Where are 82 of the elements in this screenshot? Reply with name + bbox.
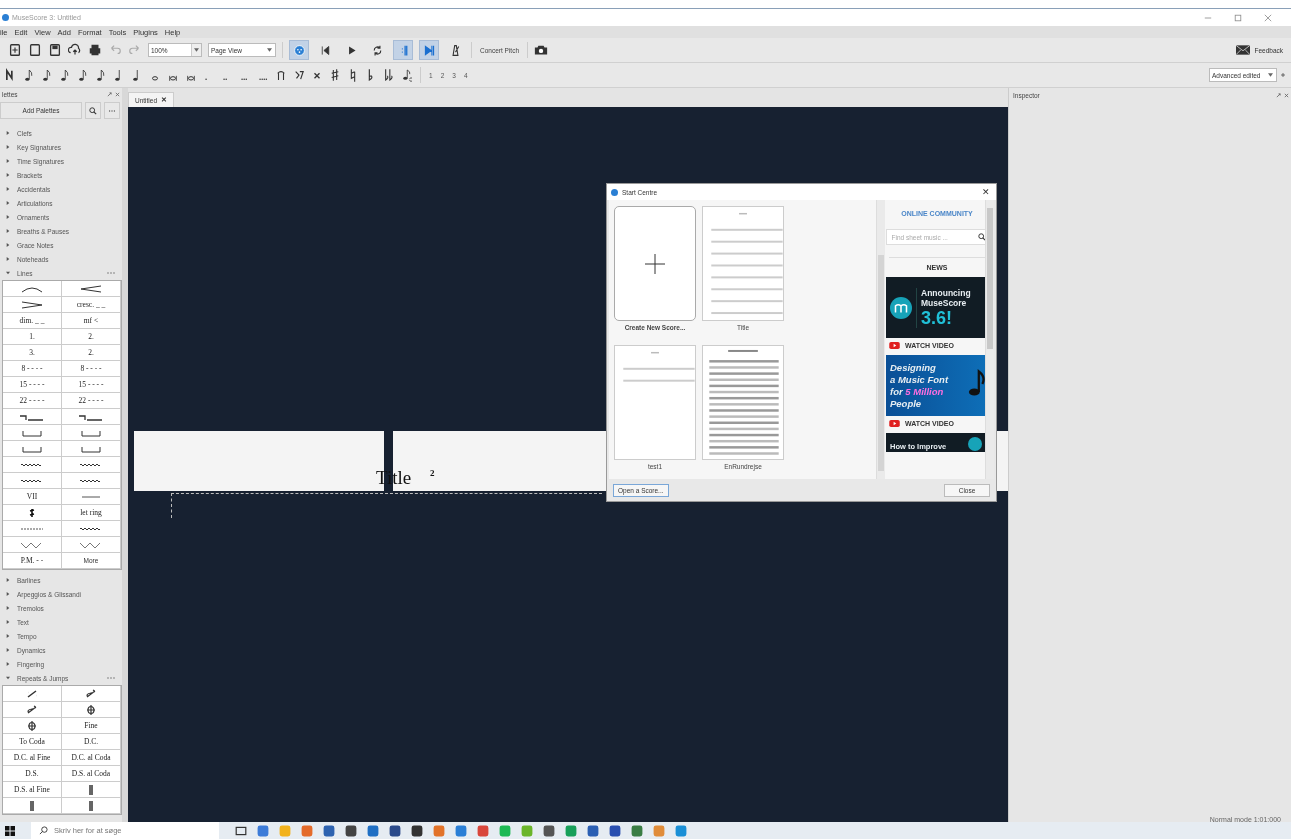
caret-icon[interactable] [267,48,272,52]
app-icon[interactable] [411,824,423,837]
windows-start-icon[interactable] [5,825,15,836]
expand-arrow-icon[interactable] [6,606,10,610]
task-view-icon[interactable] [235,824,247,837]
search-icon[interactable] [977,233,985,241]
caret-icon[interactable] [1268,73,1273,77]
search-icon[interactable] [89,106,97,115]
banner-text: Designing [890,361,937,374]
logo-icon [968,437,982,451]
expand-arrow-icon[interactable] [6,201,10,205]
new-file-icon[interactable] [8,43,22,57]
maximize-icon[interactable] [1234,13,1242,22]
sharp-icon[interactable] [330,68,340,82]
expand-arrow-icon[interactable] [6,173,10,177]
app-icon[interactable] [587,824,599,837]
expand-arrow-icon[interactable] [6,187,10,191]
video-icon [889,342,900,349]
note-icon[interactable] [96,68,106,82]
expand-arrow-icon[interactable] [6,257,10,261]
banner-text: 3.6! [921,307,954,328]
score-thumbnail[interactable] [614,206,696,321]
banner-text: MuseScore [921,297,967,308]
rest-icon[interactable] [294,68,304,82]
expand-arrow-icon[interactable] [6,648,10,652]
note-icon[interactable] [24,68,34,82]
plus-icon [645,253,665,274]
banner-text: a Music Font [890,373,949,386]
app-icon[interactable] [543,824,555,837]
close-icon[interactable] [1284,92,1289,98]
expand-arrow-icon[interactable] [6,229,10,233]
expand-arrow-icon[interactable] [6,145,10,149]
float-icon[interactable] [107,91,112,97]
app-icon[interactable] [389,824,401,837]
app-logo-icon [2,14,9,21]
note-icon[interactable] [78,68,88,82]
note-icon[interactable] [60,68,70,82]
close-button[interactable]: ✕ [976,187,996,197]
news-banner[interactable]: Announcing MuseScore 3.6! [886,277,985,338]
news-banner[interactable]: Designing a Music Font for 5 Million People [886,355,985,416]
printer-icon[interactable] [88,43,102,57]
expand-arrow-icon[interactable] [6,243,10,247]
add-icon[interactable] [1281,73,1285,77]
score-thumbnail[interactable] [702,345,784,460]
banner-text: People [890,397,923,410]
expand-arrow-icon[interactable] [6,271,10,275]
score-thumbnail[interactable] [614,345,696,460]
save-icon[interactable] [48,43,62,57]
logo-icon [890,296,912,319]
video-icon [889,420,900,427]
search-icon [39,826,48,835]
banner-text: for 5 Million [890,385,945,398]
envelope-icon[interactable] [1236,45,1251,55]
note-icon[interactable] [42,68,52,82]
expand-arrow-icon[interactable] [6,159,10,163]
music-note-icon [968,369,985,397]
expand-arrow-icon[interactable] [6,215,10,219]
expand-arrow-icon[interactable] [6,578,10,582]
expand-arrow-icon[interactable] [6,131,10,135]
expand-arrow-icon[interactable] [6,634,10,638]
app-logo-icon [611,188,618,196]
caret-icon[interactable] [194,48,199,52]
search-button[interactable] [85,102,101,119]
app-icon[interactable] [323,824,335,837]
expand-arrow-icon[interactable] [6,662,10,666]
cloud-upload-icon[interactable] [68,43,82,57]
score-thumbnail[interactable] [702,206,784,321]
app-icon[interactable] [609,824,621,837]
double-flat-icon[interactable] [384,68,394,82]
expand-arrow-icon[interactable] [6,620,10,624]
expand-arrow-icon[interactable] [6,676,10,680]
app-icon[interactable] [345,824,357,837]
note-input-icon[interactable] [6,68,16,82]
flip-icon[interactable] [402,68,412,82]
page-number: 2 [430,468,435,478]
float-icon[interactable] [1276,92,1281,98]
banner-text: Announcing [921,287,971,298]
camera-icon[interactable] [534,43,549,57]
close-icon[interactable] [1264,13,1272,22]
close-icon[interactable] [115,91,120,97]
expand-arrow-icon[interactable] [6,592,10,596]
natural-icon[interactable] [348,68,358,82]
